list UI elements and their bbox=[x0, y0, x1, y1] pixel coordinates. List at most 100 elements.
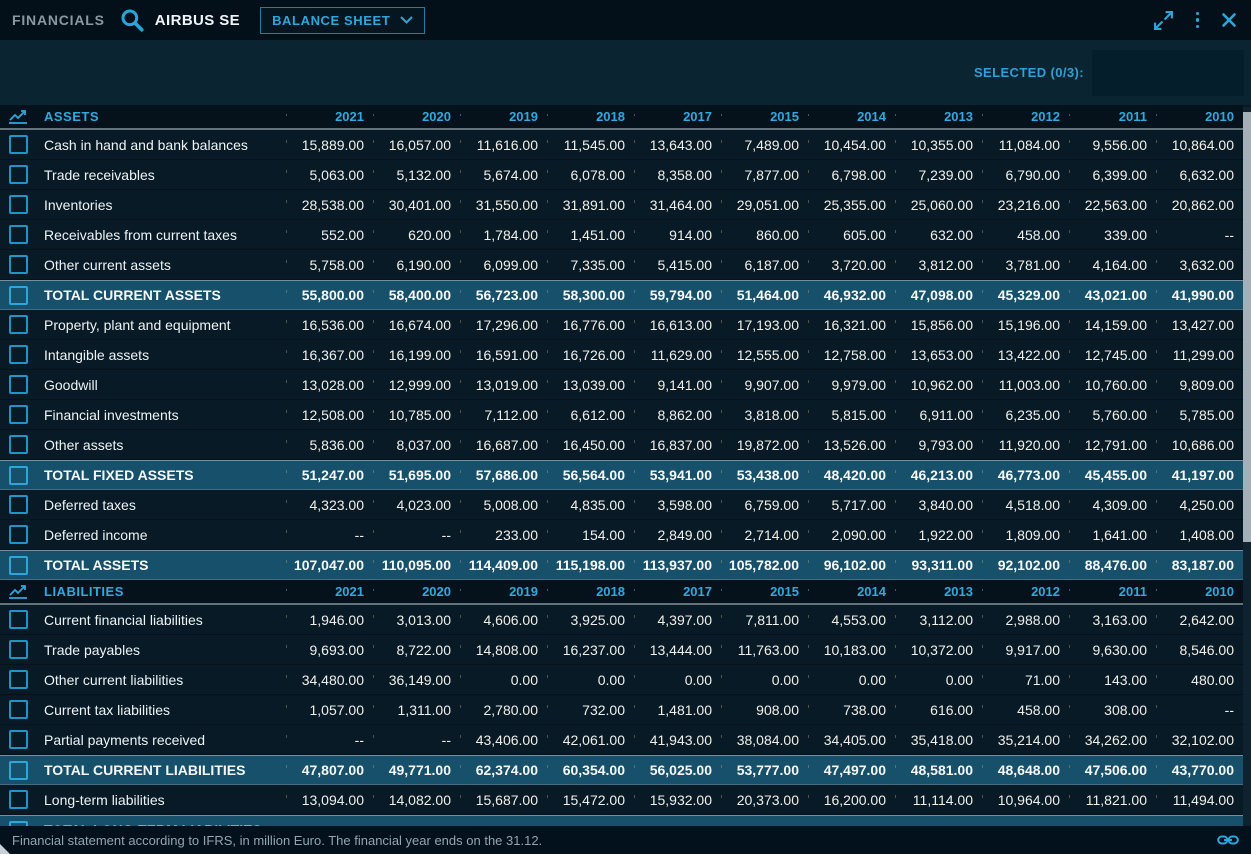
checkbox-cell bbox=[0, 435, 36, 454]
statement-type-dropdown[interactable]: BALANCE SHEET bbox=[260, 7, 425, 34]
year-column-header: 2020 bbox=[373, 584, 460, 599]
table-row: Property, plant and equipment16,536.0016… bbox=[0, 310, 1243, 340]
row-checkbox[interactable] bbox=[9, 165, 28, 184]
link-icon[interactable] bbox=[1217, 833, 1239, 847]
vertical-scrollbar-track[interactable] bbox=[1243, 107, 1251, 826]
row-checkbox[interactable] bbox=[9, 525, 28, 544]
checkbox-cell bbox=[0, 286, 36, 305]
year-column-header: 2012 bbox=[982, 584, 1069, 599]
cell-value: 28,538.00 bbox=[286, 197, 373, 213]
row-checkbox[interactable] bbox=[9, 195, 28, 214]
checkbox-cell bbox=[0, 790, 36, 809]
chevron-down-icon bbox=[400, 16, 413, 24]
row-checkbox[interactable] bbox=[9, 761, 28, 780]
cell-value: 15,856.00 bbox=[895, 317, 982, 333]
cell-value: 14,159.00 bbox=[1069, 317, 1156, 333]
financials-window: FINANCIALS AIRBUS SE BALANCE SHEET SELEC… bbox=[0, 0, 1251, 854]
cell-value: 1,451.00 bbox=[547, 227, 634, 243]
year-column-header: 2014 bbox=[808, 109, 895, 124]
footer-note: Financial statement according to IFRS, i… bbox=[12, 833, 542, 848]
row-label: Property, plant and equipment bbox=[36, 317, 286, 333]
vertical-scrollbar-thumb[interactable] bbox=[1243, 112, 1251, 542]
cell-value: 9,141.00 bbox=[634, 377, 721, 393]
cell-value: 3,781.00 bbox=[982, 257, 1069, 273]
cell-value: 13,526.00 bbox=[808, 437, 895, 453]
cell-value: 738.00 bbox=[808, 702, 895, 718]
cell-value: 3,632.00 bbox=[1156, 257, 1243, 273]
cell-value: 19,872.00 bbox=[721, 437, 808, 453]
cell-value: 0.00 bbox=[808, 672, 895, 688]
row-checkbox[interactable] bbox=[9, 345, 28, 364]
checkbox-cell bbox=[0, 225, 36, 244]
cell-value: 48,581.00 bbox=[895, 762, 982, 778]
cell-value: 11,821.00 bbox=[1069, 792, 1156, 808]
row-checkbox[interactable] bbox=[9, 670, 28, 689]
close-icon[interactable] bbox=[1221, 12, 1237, 28]
cell-value: 41,990.00 bbox=[1156, 287, 1243, 303]
cell-value: 47,506.00 bbox=[1069, 762, 1156, 778]
table-row: Trade payables9,693.008,722.0014,808.001… bbox=[0, 635, 1243, 665]
row-checkbox[interactable] bbox=[9, 495, 28, 514]
cell-value: 47,497.00 bbox=[808, 762, 895, 778]
balance-table: ASSETS2021202020192018201720152014201320… bbox=[0, 105, 1243, 826]
row-checkbox[interactable] bbox=[9, 435, 28, 454]
row-checkbox[interactable] bbox=[9, 790, 28, 809]
chart-icon[interactable] bbox=[8, 584, 28, 599]
row-checkbox[interactable] bbox=[9, 375, 28, 394]
chart-icon[interactable] bbox=[8, 109, 28, 124]
cell-value: 55,800.00 bbox=[286, 287, 373, 303]
cell-value: 15,889.00 bbox=[286, 137, 373, 153]
cell-value: 6,190.00 bbox=[373, 257, 460, 273]
row-checkbox[interactable] bbox=[9, 405, 28, 424]
checkbox-cell bbox=[0, 375, 36, 394]
cell-value: 15,687.00 bbox=[460, 792, 547, 808]
cell-value: 4,606.00 bbox=[460, 612, 547, 628]
cell-value: 13,028.00 bbox=[286, 377, 373, 393]
expand-icon[interactable] bbox=[1153, 10, 1174, 31]
cell-value: 13,444.00 bbox=[634, 642, 721, 658]
row-checkbox[interactable] bbox=[9, 556, 28, 575]
row-checkbox[interactable] bbox=[9, 255, 28, 274]
cell-value: 34,262.00 bbox=[1069, 732, 1156, 748]
cell-value: 41,943.00 bbox=[634, 732, 721, 748]
row-checkbox[interactable] bbox=[9, 730, 28, 749]
row-checkbox[interactable] bbox=[9, 466, 28, 485]
row-label: Deferred income bbox=[36, 527, 286, 543]
cell-value: 110,095.00 bbox=[373, 557, 460, 573]
cell-value: -- bbox=[373, 732, 460, 748]
table-row: Deferred income----233.00154.002,849.002… bbox=[0, 520, 1243, 550]
cell-value: 5,785.00 bbox=[1156, 407, 1243, 423]
row-checkbox[interactable] bbox=[9, 700, 28, 719]
year-column-header: 2017 bbox=[634, 109, 721, 124]
row-checkbox[interactable] bbox=[9, 286, 28, 305]
cell-value: 2,642.00 bbox=[1156, 612, 1243, 628]
row-checkbox[interactable] bbox=[9, 640, 28, 659]
company-name: AIRBUS SE bbox=[155, 12, 240, 29]
year-column-header: 2010 bbox=[1156, 584, 1243, 599]
row-checkbox[interactable] bbox=[9, 225, 28, 244]
cell-value: 6,790.00 bbox=[982, 167, 1069, 183]
cell-value: 11,299.00 bbox=[1156, 347, 1243, 363]
kebab-menu-icon[interactable] bbox=[1196, 12, 1200, 29]
cell-value: 233.00 bbox=[460, 527, 547, 543]
row-checkbox[interactable] bbox=[9, 315, 28, 334]
cell-value: -- bbox=[286, 527, 373, 543]
cell-value: 16,837.00 bbox=[634, 437, 721, 453]
cell-value: 3,818.00 bbox=[721, 407, 808, 423]
year-column-header: 2017 bbox=[634, 584, 721, 599]
table-row: Deferred taxes4,323.004,023.005,008.004,… bbox=[0, 490, 1243, 520]
total-row: TOTAL FIXED ASSETS51,247.0051,695.0057,6… bbox=[0, 460, 1243, 490]
table-row: Current financial liabilities1,946.003,0… bbox=[0, 605, 1243, 635]
cell-value: 616.00 bbox=[895, 702, 982, 718]
cell-value: 43,021.00 bbox=[1069, 287, 1156, 303]
row-label: Trade payables bbox=[36, 642, 286, 658]
cell-value: 3,112.00 bbox=[895, 612, 982, 628]
cell-value: 860.00 bbox=[721, 227, 808, 243]
table-row: Other current liabilities34,480.0036,149… bbox=[0, 665, 1243, 695]
search-icon[interactable] bbox=[119, 7, 145, 33]
row-checkbox[interactable] bbox=[9, 135, 28, 154]
cell-value: 732.00 bbox=[547, 702, 634, 718]
cell-value: 15,196.00 bbox=[982, 317, 1069, 333]
cell-value: 3,598.00 bbox=[634, 497, 721, 513]
row-checkbox[interactable] bbox=[9, 610, 28, 629]
